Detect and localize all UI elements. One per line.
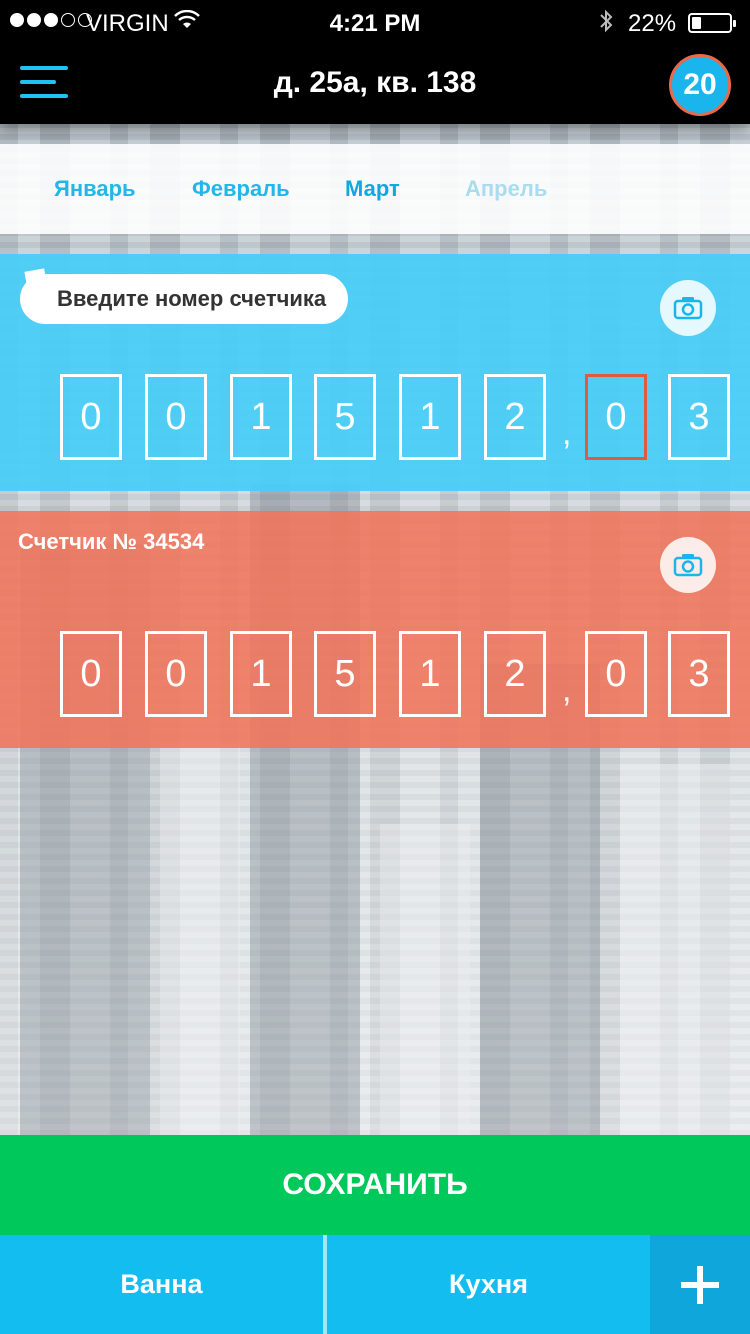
battery-percent: 22% bbox=[628, 10, 677, 37]
camera-icon[interactable] bbox=[660, 280, 716, 336]
meter-number-prompt[interactable]: Введите номер счетчика bbox=[20, 274, 349, 324]
tab-bathroom[interactable]: Ванна bbox=[0, 1235, 323, 1334]
meter-digit[interactable]: 1 bbox=[230, 631, 292, 717]
meter-digit[interactable]: 5 bbox=[314, 631, 376, 717]
meter-digit[interactable]: 1 bbox=[399, 631, 461, 717]
meter-decimal-digit-selected[interactable]: 0 bbox=[585, 374, 647, 460]
month-tab-march[interactable]: Март bbox=[345, 176, 400, 202]
tab-kitchen[interactable]: Кухня bbox=[327, 1235, 650, 1334]
save-button[interactable]: СОХРАНИТЬ bbox=[0, 1135, 750, 1235]
meter-decimal-digit[interactable]: 0 bbox=[585, 631, 647, 717]
page-title: д. 25а, кв. 138 bbox=[273, 66, 477, 99]
month-tab-april[interactable]: Апрель bbox=[465, 176, 547, 202]
meter-digit[interactable]: 1 bbox=[399, 374, 461, 460]
status-bar: VIRGIN 4:21 PM 22% bbox=[0, 0, 750, 44]
meter-digit[interactable]: 0 bbox=[60, 374, 122, 460]
battery-icon bbox=[688, 13, 736, 33]
meter-panel-34534: Счетчик № 34534 0 0 1 5 1 2 , 0 3 bbox=[0, 511, 750, 748]
decimal-separator: , bbox=[562, 414, 572, 452]
month-tab-february[interactable]: Февраль bbox=[192, 176, 290, 202]
bluetooth-icon bbox=[598, 8, 614, 41]
meter-label: Счетчик № 34534 bbox=[18, 529, 205, 554]
room-tabs: Ванна Кухня bbox=[0, 1235, 750, 1334]
add-room-button[interactable] bbox=[650, 1235, 750, 1334]
plus-icon bbox=[681, 1265, 719, 1304]
meter-digit[interactable]: 0 bbox=[145, 374, 207, 460]
decimal-separator: , bbox=[562, 671, 572, 709]
meter-digit[interactable]: 5 bbox=[314, 374, 376, 460]
meter-decimal-digit[interactable]: 3 bbox=[668, 631, 730, 717]
top-bar: VIRGIN 4:21 PM 22% д. 25а, кв. 138 20 bbox=[0, 0, 750, 124]
meter-digit[interactable]: 0 bbox=[60, 631, 122, 717]
meter-digit[interactable]: 1 bbox=[230, 374, 292, 460]
meter-decimal-digit[interactable]: 3 bbox=[668, 374, 730, 460]
month-selector: Январь Февраль Март Апрель bbox=[0, 144, 750, 234]
camera-icon[interactable] bbox=[660, 537, 716, 593]
meter-digit[interactable]: 0 bbox=[145, 631, 207, 717]
notification-badge[interactable]: 20 bbox=[669, 54, 731, 116]
meter-panel-new: Введите номер счетчика 0 0 1 5 1 2 , 0 3 bbox=[0, 254, 750, 491]
meter-digit[interactable]: 2 bbox=[484, 374, 546, 460]
month-tab-january[interactable]: Январь bbox=[54, 176, 136, 202]
meter-digit[interactable]: 2 bbox=[484, 631, 546, 717]
